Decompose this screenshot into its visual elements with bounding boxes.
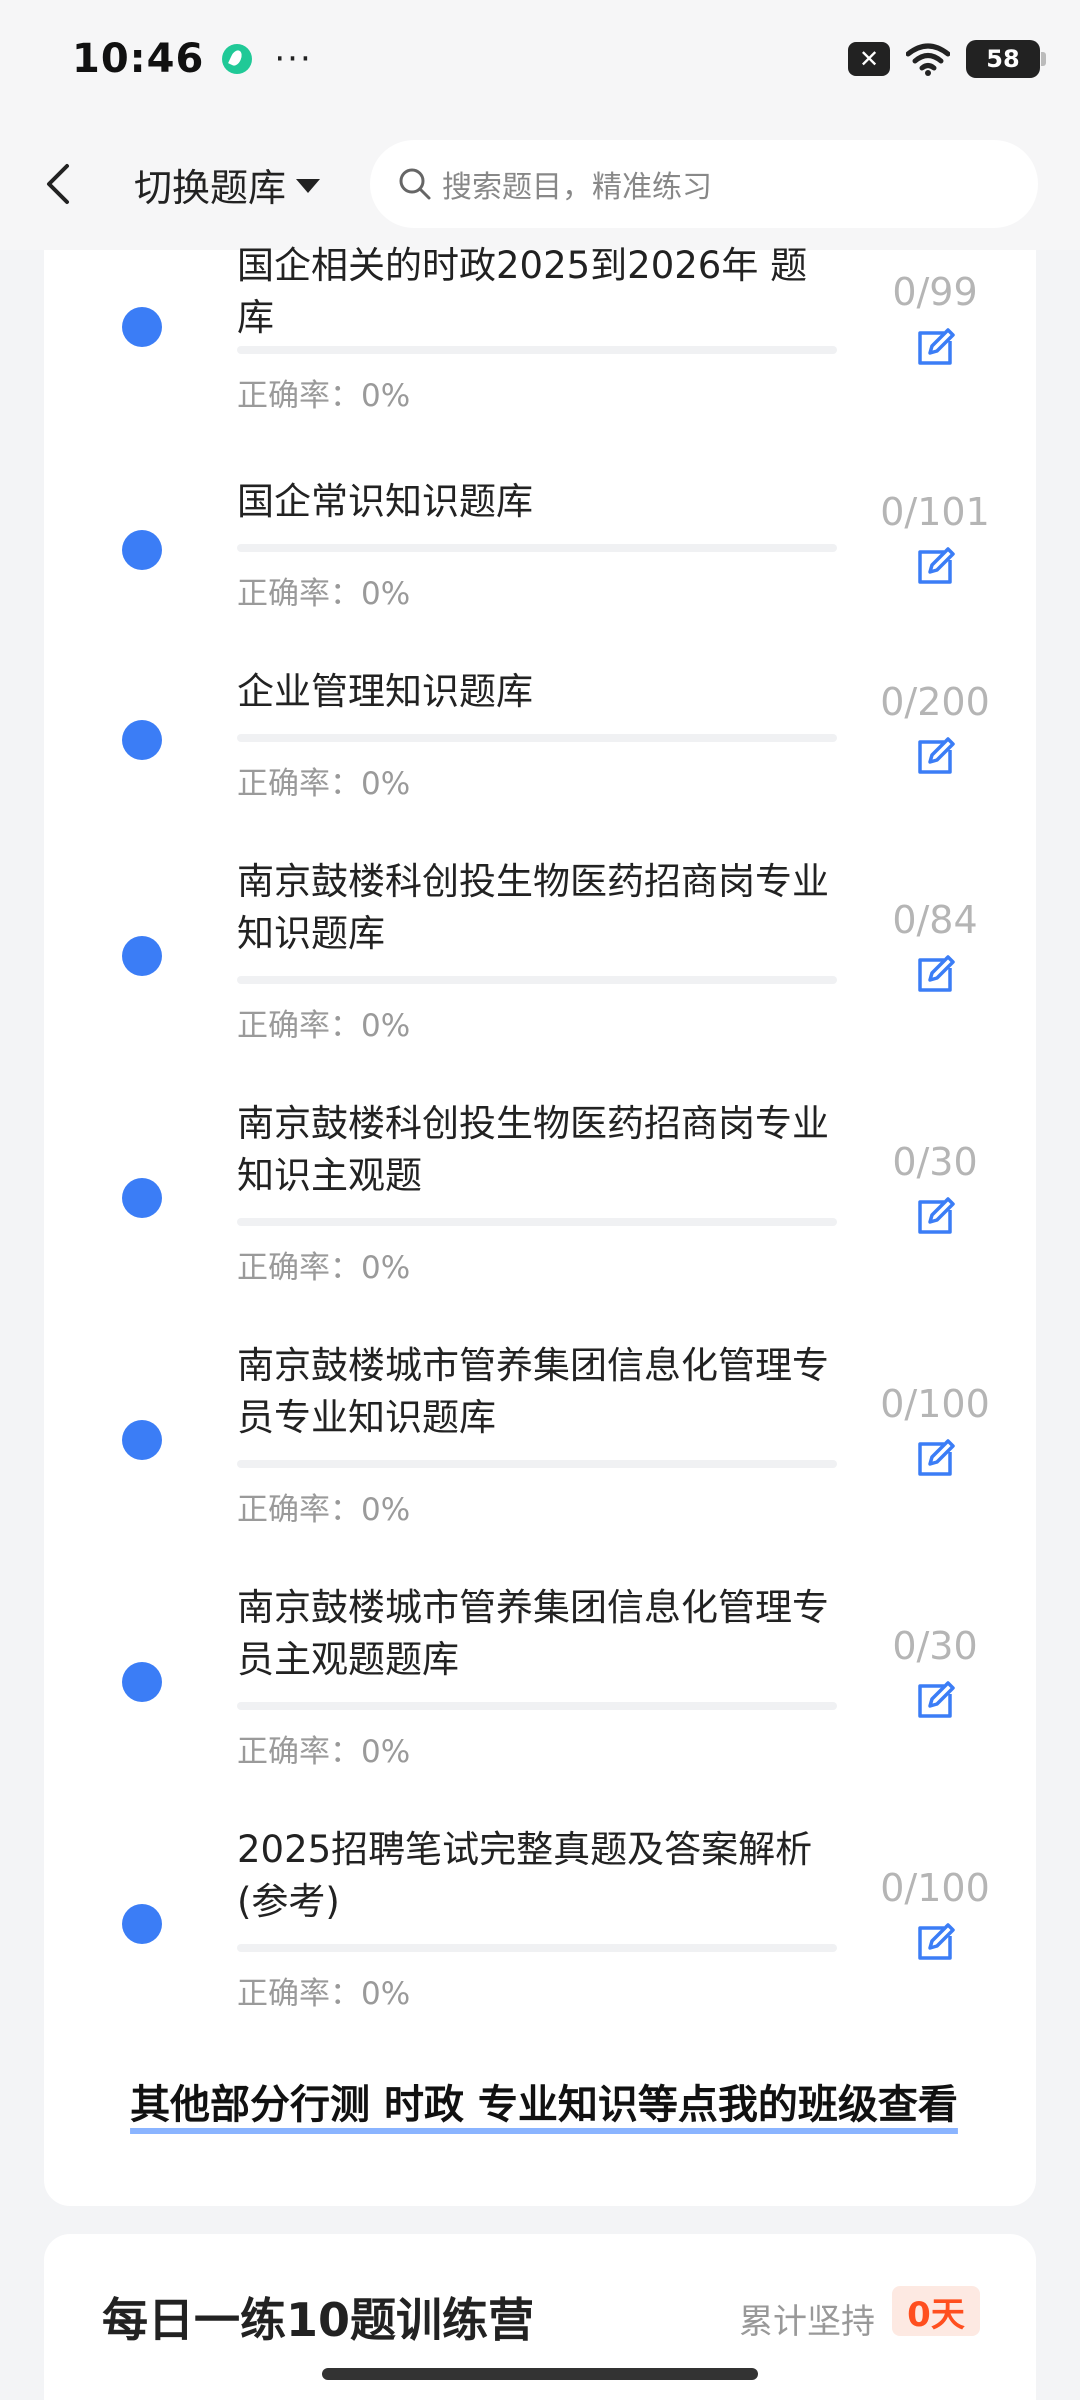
item-accuracy: 正确率：0% [237,576,411,612]
bullet-dot [122,936,162,976]
bullet-dot [122,1420,162,1460]
chevron-left-icon [47,164,69,204]
battery-icon: 58 [966,40,1046,78]
bullet-dot [122,307,162,347]
switch-library-label: 切换题库 [134,165,287,210]
list-item[interactable]: 企业管理知识题库 正确率：0% 0/200 [44,666,1036,856]
status-icons: ✕ 58 [848,40,1046,78]
progress-bar [237,1218,837,1226]
more-in-class-link[interactable]: 其他部分行测 时政 专业知识等点我的班级查看 [94,2072,994,2130]
edit-icon[interactable] [914,736,956,778]
item-accuracy: 正确率：0% [237,1008,411,1044]
status-bar: 10:46 ··· ✕ 58 [0,0,1080,118]
edit-icon[interactable] [914,327,956,369]
item-title: 国企常识知识题库 [237,480,533,523]
search-icon [399,168,431,200]
list-item[interactable]: 南京鼓楼城市管养集团信息化管理专员主观题题库 正确率：0% 0/30 [44,1582,1036,1824]
progress-bar [237,1460,837,1468]
item-title: 2025招聘笔试完整真题及答案解析(参考) [237,1828,813,1923]
item-title: 南京鼓楼城市管养集团信息化管理专员专业知识题库 [237,1344,829,1439]
progress-bar [237,1702,837,1710]
home-indicator[interactable] [322,2368,758,2380]
edit-icon[interactable] [914,1438,956,1480]
item-count: 0/84 [892,898,978,942]
item-count: 0/101 [880,490,990,534]
item-title: 南京鼓楼科创投生物医药招商岗专业知识主观题 [237,1102,829,1197]
search-placeholder: 搜索题目，精准练习 [442,170,713,205]
edit-icon[interactable] [914,1680,956,1722]
list-item[interactable]: 国企常识知识题库 正确率：0% 0/101 [44,476,1036,666]
edit-icon[interactable] [914,1196,956,1238]
caret-down-icon [296,179,321,193]
edit-icon[interactable] [914,954,956,996]
item-count: 0/30 [892,1140,978,1184]
progress-bar [237,346,837,354]
item-count: 0/99 [892,270,978,314]
item-title: 南京鼓楼城市管养集团信息化管理专员主观题题库 [237,1586,829,1681]
list-item[interactable]: 南京鼓楼城市管养集团信息化管理专员专业知识题库 正确率：0% 0/100 [44,1340,1036,1582]
more-notifications-icon: ··· [274,39,313,79]
progress-bar [237,544,837,552]
list-item[interactable]: 南京鼓楼科创投生物医药招商岗专业知识主观题 正确率：0% 0/30 [44,1098,1036,1340]
progress-bar [237,976,837,984]
bullet-dot [122,1662,162,1702]
search-input[interactable]: 搜索题目，精准练习 [370,140,1039,228]
item-accuracy: 正确率：0% [237,1976,411,2012]
item-count: 0/100 [880,1866,990,1910]
streak-label: 累计坚持 [739,2302,875,2342]
item-accuracy: 正确率：0% [237,1492,411,1528]
list-item[interactable]: 2025招聘笔试完整真题及答案解析(参考) 正确率：0% 0/100 [44,1824,1036,2066]
item-title: 企业管理知识题库 [237,670,533,713]
item-count: 0/30 [892,1624,978,1668]
question-bank-list: 国企相关的时政2025到2026年 题库 正确率：0% 0/99 国企常识知识题… [44,244,1036,2206]
edit-icon[interactable] [914,546,956,588]
streak-badge: 0天 [892,2286,980,2336]
bullet-dot [122,530,162,570]
bullet-dot [122,720,162,760]
back-button[interactable] [28,154,88,214]
list-item[interactable]: 南京鼓楼科创投生物医药招商岗专业知识题库 正确率：0% 0/84 [44,856,1036,1098]
item-accuracy: 正确率：0% [237,378,411,414]
list-item[interactable]: 国企相关的时政2025到2026年 题库 正确率：0% 0/99 [44,240,1036,440]
item-accuracy: 正确率：0% [237,766,411,802]
progress-bar [237,734,837,742]
switch-library-button[interactable]: 切换题库 [134,157,321,212]
sim-off-icon: ✕ [848,42,890,76]
bullet-dot [122,1178,162,1218]
progress-bar [237,1944,837,1952]
header: 切换题库 搜索题目，精准练习 [0,118,1080,250]
status-time: 10:46 [72,36,205,82]
item-title: 国企相关的时政2025到2026年 题库 [237,244,808,339]
item-count: 0/200 [880,680,990,724]
camp-title: 每日一练10题训练营 [102,2293,535,2347]
wifi-icon [906,43,950,76]
item-title: 南京鼓楼科创投生物医药招商岗专业知识题库 [237,860,829,955]
item-accuracy: 正确率：0% [237,1250,411,1286]
edit-icon[interactable] [914,1922,956,1964]
item-accuracy: 正确率：0% [237,1734,411,1770]
item-count: 0/100 [880,1382,990,1426]
bullet-dot [122,1904,162,1944]
app-notification-icon [222,44,253,74]
